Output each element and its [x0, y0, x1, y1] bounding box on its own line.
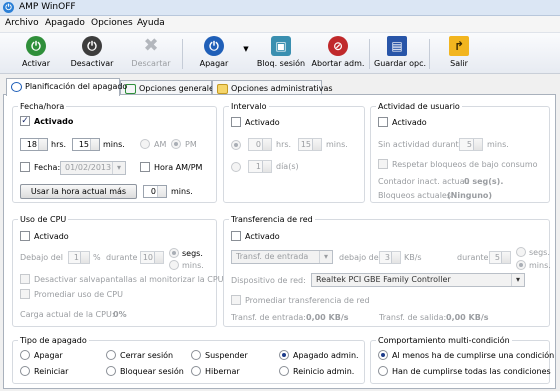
tab-planificacion[interactable]: Planificación del apagado — [6, 78, 127, 96]
red-debajo-spinner[interactable]: 3 — [379, 251, 401, 264]
pm-radio[interactable] — [171, 139, 181, 149]
exit-sign-icon: ↱ — [449, 36, 469, 56]
fecha-hora-title: Fecha/hora — [18, 102, 67, 111]
intervalo-mins-spinner[interactable]: 15 — [298, 138, 322, 151]
descartar-button[interactable]: ✖ Descartar — [128, 36, 174, 72]
menu-bar: Archivo Apagado Opciones Ayuda — [0, 16, 560, 32]
multi-title: Comportamiento multi-condición — [376, 336, 512, 345]
menu-apagado[interactable]: Apagado — [45, 18, 85, 28]
menu-archivo[interactable]: Archivo — [5, 18, 39, 28]
apagar-radio[interactable] — [20, 350, 30, 360]
multi-condicion-group: Comportamiento multi-condición Al menos … — [370, 336, 554, 384]
actividad-usuario-group: Actividad de usuario Activado Sin activi… — [370, 102, 550, 203]
toolbar: ⏻ Activar ⏻ Desactivar ✖ Descartar ⏻ Apa… — [0, 32, 560, 74]
shutdown-icon: ⏻ — [204, 36, 224, 56]
power-off-icon: ⏻ — [82, 36, 102, 56]
respetar-bloqueos-checkbox[interactable] — [378, 159, 388, 169]
cpu-segs-radio[interactable] — [169, 248, 179, 258]
desactivar-salvapantallas-checkbox[interactable] — [20, 274, 30, 284]
red-segs-radio[interactable] — [516, 247, 526, 257]
promediar-red-checkbox[interactable] — [231, 295, 241, 305]
bloquear-sesion-radio[interactable] — [106, 366, 116, 376]
fecha-checkbox[interactable] — [20, 162, 30, 172]
fecha-hora-group: Fecha/hora ✓ Activado 18 hrs. 15 mins. A… — [12, 102, 217, 203]
toolbar-separator — [182, 39, 183, 69]
reiniciar-radio[interactable] — [20, 366, 30, 376]
minutes-spinner[interactable]: 15 — [72, 138, 100, 151]
apagar-dropdown-arrow-icon[interactable]: ▼ — [242, 45, 250, 81]
am-radio[interactable] — [140, 139, 150, 149]
hours-spinner[interactable]: 18 — [20, 138, 48, 151]
hibernar-radio[interactable] — [191, 366, 201, 376]
title-bar: ⏻ AMP WinOFF — [0, 0, 560, 16]
reinicio-admin-radio[interactable] — [279, 366, 289, 376]
tab-strip: Planificación del apagado Opciones gener… — [3, 78, 559, 96]
intervalo-days-radio[interactable] — [231, 162, 241, 172]
discard-x-icon: ✖ — [143, 35, 159, 56]
todas-condiciones-radio[interactable] — [378, 366, 388, 376]
red-durante-spinner[interactable]: 5 — [489, 251, 511, 264]
dispositivo-red-select[interactable]: Realtek PCI GBE Family Controller — [311, 273, 525, 287]
apagado-admin-radio[interactable] — [279, 350, 289, 360]
clock-icon — [11, 82, 22, 92]
tab-opciones-generales[interactable]: Opciones generales — [120, 80, 218, 95]
actividad-title: Actividad de usuario — [376, 102, 462, 111]
desactivar-button[interactable]: ⏻ Desactivar — [68, 36, 116, 72]
usar-hora-actual-button[interactable]: Usar la hora actual más — [20, 184, 137, 199]
cpu-title: Uso de CPU — [18, 215, 69, 224]
toolbar-separator — [369, 39, 370, 69]
intervalo-group: Intervalo Activado 0 hrs. 15 mins. 1 día… — [223, 102, 365, 203]
save-disk-icon: ▤ — [387, 36, 407, 56]
intervalo-hours-spinner[interactable]: 0 — [248, 138, 272, 151]
hora-ampm-checkbox[interactable] — [140, 162, 150, 172]
padlock-icon — [217, 84, 228, 94]
tab-opciones-administrativas[interactable]: Opciones administrativas — [212, 80, 333, 95]
menu-ayuda[interactable]: Ayuda — [137, 18, 165, 28]
promediar-cpu-checkbox[interactable] — [20, 289, 30, 299]
red-mins-radio[interactable] — [516, 260, 526, 270]
guardar-opc-button[interactable]: ▤ Guardar opc. — [374, 36, 426, 72]
intervalo-hours-radio[interactable] — [231, 140, 241, 150]
abort-icon: ⊘ — [328, 36, 348, 56]
intervalo-days-spinner[interactable]: 1 — [248, 160, 272, 173]
cpu-activado-checkbox[interactable] — [20, 231, 30, 241]
transf-type-select[interactable]: Transf. de entrada — [231, 250, 333, 264]
salir-button[interactable]: ↱ Salir — [446, 36, 472, 72]
apagar-button[interactable]: ⏻ Apagar — [194, 36, 234, 72]
sin-actividad-spinner[interactable]: 5 — [459, 138, 483, 151]
tipo-apagado-group: Tipo de apagado Apagar Cerrar sesión Sus… — [12, 336, 365, 384]
abortar-adm-button[interactable]: ⊘ Abortar adm. — [311, 36, 365, 72]
transferencia-red-group: Transferencia de red Activado Transf. de… — [223, 215, 551, 327]
extra-minutes-spinner[interactable]: 0 — [143, 185, 167, 198]
toolbar-separator — [429, 39, 430, 69]
bloq-sesion-button[interactable]: ▣ Bloq. sesión — [256, 36, 306, 72]
uso-cpu-group: Uso de CPU Activado Debajo del 1 % duran… — [12, 215, 224, 327]
intervalo-activado-checkbox[interactable] — [231, 117, 241, 127]
suspender-radio[interactable] — [191, 350, 201, 360]
al-menos-una-radio[interactable] — [378, 350, 388, 360]
cpu-mins-radio[interactable] — [169, 260, 179, 270]
tipo-apagado-title: Tipo de apagado — [18, 336, 89, 345]
window-title: AMP WinOFF — [19, 2, 76, 12]
tab-panel: Fecha/hora ✓ Activado 18 hrs. 15 mins. A… — [3, 94, 556, 389]
cpu-durante-spinner[interactable]: 10 — [140, 251, 164, 264]
power-on-icon: ⏻ — [26, 36, 46, 56]
intervalo-title: Intervalo — [229, 102, 269, 111]
app-icon: ⏻ — [3, 2, 14, 13]
cerrar-sesion-radio[interactable] — [106, 350, 116, 360]
lock-session-icon: ▣ — [271, 36, 291, 56]
red-title: Transferencia de red — [229, 215, 315, 224]
activar-button[interactable]: ⏻ Activar — [14, 36, 58, 72]
red-activado-checkbox[interactable] — [231, 231, 241, 241]
cpu-debajo-spinner[interactable]: 1 — [68, 251, 90, 264]
fecha-date-picker[interactable]: 01/02/2013 — [60, 161, 126, 175]
actividad-activado-checkbox[interactable] — [378, 117, 388, 127]
menu-opciones[interactable]: Opciones — [91, 18, 133, 28]
fecha-hora-activado-checkbox[interactable]: ✓ — [20, 116, 30, 126]
